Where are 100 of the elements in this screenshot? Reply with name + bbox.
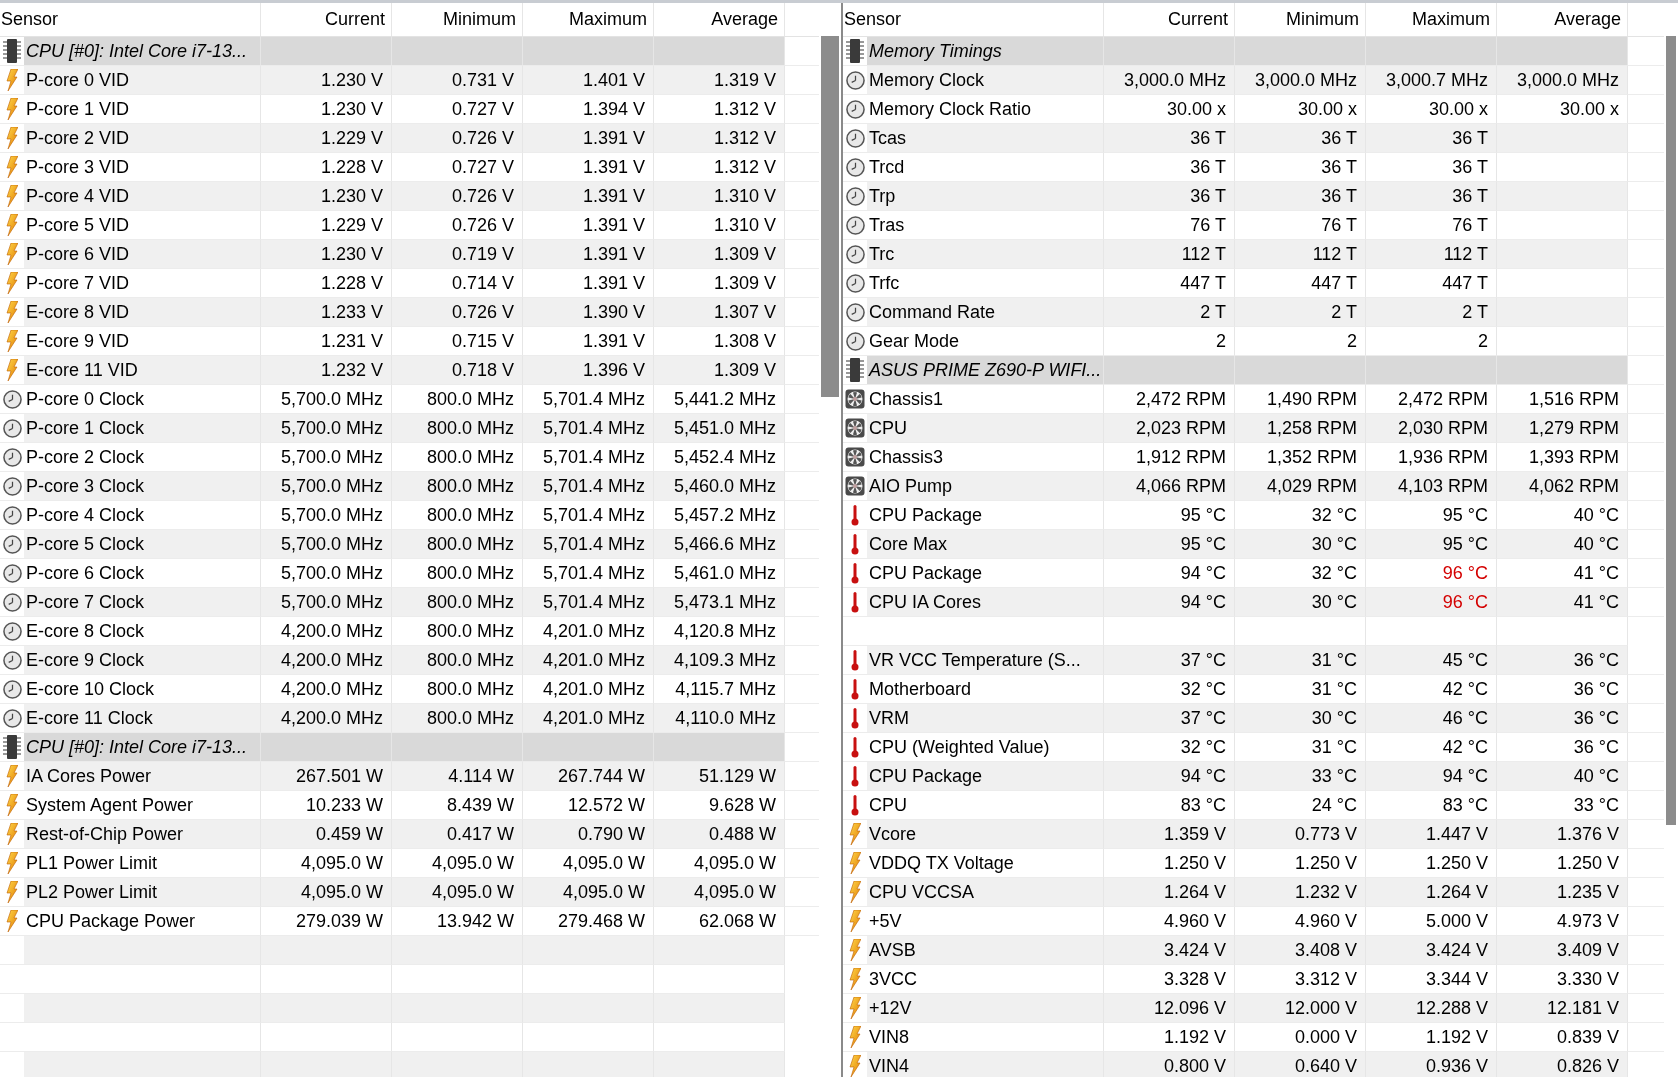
sensor-name[interactable]: Trc — [867, 240, 1103, 268]
lightning-icon — [6, 156, 18, 178]
lightning-icon — [6, 330, 18, 352]
sensor-name[interactable]: VIN4 — [867, 1052, 1103, 1077]
table-cell: 4,200.0 MHz — [261, 675, 392, 704]
sensor-name[interactable]: Core Max — [867, 530, 1103, 558]
table-cell: 0.714 V — [392, 269, 523, 298]
fan-icon — [845, 418, 865, 438]
column-header[interactable]: Sensor — [843, 3, 1104, 36]
column-header[interactable]: Minimum — [392, 3, 523, 36]
table-cell: 12.288 V — [1366, 994, 1497, 1023]
sensor-name[interactable]: P-core 5 Clock — [24, 530, 260, 558]
sensor-name[interactable]: Rest-of-Chip Power — [24, 820, 260, 848]
group-title[interactable]: ASUS PRIME Z690-P WIFI... — [867, 356, 1103, 384]
sensor-name[interactable]: P-core 0 VID — [24, 66, 260, 94]
group-title[interactable]: Memory Timings — [867, 37, 1103, 65]
table-cell: 94 °C — [1104, 588, 1235, 617]
table-cell: 3,000.7 MHz — [1366, 66, 1497, 95]
sensor-name[interactable]: +12V — [867, 994, 1103, 1022]
sensor-name[interactable]: P-core 4 VID — [24, 182, 260, 210]
table-cell: 2 — [1104, 327, 1235, 356]
clock-icon — [2, 650, 22, 670]
sensor-name[interactable]: Trp — [867, 182, 1103, 210]
sensor-name[interactable]: CPU VCCSA — [867, 878, 1103, 906]
group-title[interactable]: CPU [#0]: Intel Core i7-13... — [24, 37, 260, 65]
table-cell: 800.0 MHz — [392, 559, 523, 588]
table-cell: 32 °C — [1235, 501, 1366, 530]
lightning-icon — [849, 939, 861, 961]
sensor-name[interactable]: VR VCC Temperature (S... — [867, 646, 1103, 674]
table-cell: 1.230 V — [261, 66, 392, 95]
sensor-name[interactable]: E-core 11 Clock — [24, 704, 260, 732]
table-cell: 1.312 V — [654, 153, 785, 182]
sensor-name[interactable]: AIO Pump — [867, 472, 1103, 500]
column-header[interactable]: Average — [654, 3, 785, 36]
group-title[interactable]: CPU [#0]: Intel Core i7-13... — [24, 733, 260, 761]
sensor-name[interactable]: E-core 11 VID — [24, 356, 260, 384]
sensor-name[interactable]: Tcas — [867, 124, 1103, 152]
table-cell: 0.640 V — [1235, 1052, 1366, 1077]
column-header[interactable]: Maximum — [523, 3, 654, 36]
table-cell: 800.0 MHz — [392, 443, 523, 472]
table-cell: 4,095.0 W — [654, 849, 785, 878]
clock-icon — [845, 331, 865, 351]
table-cell: 1.250 V — [1497, 849, 1628, 878]
sensor-name[interactable]: P-core 7 Clock — [24, 588, 260, 616]
lightning-icon — [6, 214, 18, 236]
sensor-name[interactable]: E-core 8 VID — [24, 298, 260, 326]
scrollbar-thumb[interactable] — [821, 36, 839, 397]
sensor-name[interactable]: CPU Package — [867, 762, 1103, 790]
table-cell: 2 T — [1235, 298, 1366, 327]
column-header[interactable]: Minimum — [1235, 3, 1366, 36]
table-cell: 5,700.0 MHz — [261, 559, 392, 588]
sensor-name[interactable]: IA Cores Power — [24, 762, 260, 790]
table-cell: 1.401 V — [523, 66, 654, 95]
table-cell: 1.250 V — [1366, 849, 1497, 878]
table-cell: 447 T — [1366, 269, 1497, 298]
table-cell: 2 T — [1104, 298, 1235, 327]
sensor-name[interactable]: E-core 9 Clock — [24, 646, 260, 674]
sensor-name[interactable]: P-core 1 Clock — [24, 414, 260, 442]
sensor-name[interactable]: AVSB — [867, 936, 1103, 964]
table-cell: 76 T — [1104, 211, 1235, 240]
sensor-name[interactable]: Command Rate — [867, 298, 1103, 326]
lightning-icon — [6, 359, 18, 381]
table-cell: 1.229 V — [261, 211, 392, 240]
sensor-name[interactable]: Vcore — [867, 820, 1103, 848]
column-header[interactable]: Current — [261, 3, 392, 36]
sensor-name[interactable]: CPU — [867, 414, 1103, 442]
table-cell: 36 T — [1104, 124, 1235, 153]
table-cell: 800.0 MHz — [392, 646, 523, 675]
table-cell: 2,472 RPM — [1104, 385, 1235, 414]
fan-icon — [845, 476, 865, 496]
column-header[interactable]: Maximum — [1366, 3, 1497, 36]
table-cell: 3.328 V — [1104, 965, 1235, 994]
table-cell: 112 T — [1366, 240, 1497, 269]
table-cell: 1.308 V — [654, 327, 785, 356]
table-cell: 1.233 V — [261, 298, 392, 327]
sensor-name[interactable]: VRM — [867, 704, 1103, 732]
table-cell: 4,095.0 W — [392, 878, 523, 907]
table-cell: 4,095.0 W — [261, 878, 392, 907]
sensor-name[interactable]: PL2 Power Limit — [24, 878, 260, 906]
table-cell: 1.230 V — [261, 95, 392, 124]
sensor-name[interactable]: CPU IA Cores — [867, 588, 1103, 616]
table-cell: 1.264 V — [1104, 878, 1235, 907]
table-cell: 36 °C — [1497, 646, 1628, 675]
column-header[interactable]: Average — [1497, 3, 1628, 36]
table-cell: 37 °C — [1104, 704, 1235, 733]
table-cell: 30.00 x — [1366, 95, 1497, 124]
column-header[interactable]: Sensor — [0, 3, 261, 36]
sensor-name[interactable]: P-core 3 Clock — [24, 472, 260, 500]
column-header[interactable]: Current — [1104, 3, 1235, 36]
table-cell: 1.391 V — [523, 211, 654, 240]
lightning-icon — [6, 823, 18, 845]
thermometer-icon — [851, 533, 859, 555]
table-cell: 30 °C — [1235, 530, 1366, 559]
sensor-name[interactable]: Memory Clock — [867, 66, 1103, 94]
clock-icon — [845, 128, 865, 148]
lightning-icon — [849, 997, 861, 1019]
sensor-name[interactable]: P-core 2 VID — [24, 124, 260, 152]
table-cell: 5,701.4 MHz — [523, 472, 654, 501]
scrollbar-thumb[interactable] — [1666, 36, 1676, 825]
sensor-name[interactable]: P-core 6 VID — [24, 240, 260, 268]
